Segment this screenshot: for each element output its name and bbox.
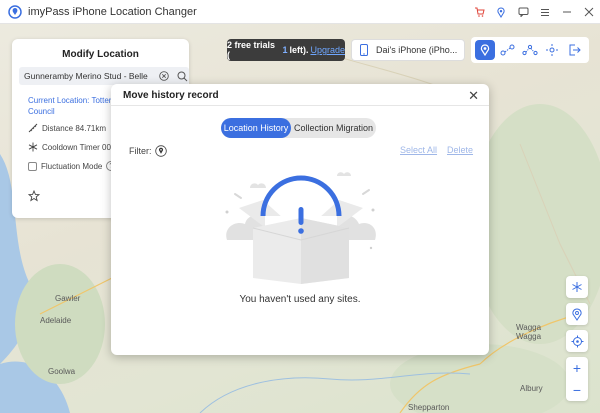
map-label-gawler: Gawler (55, 294, 81, 303)
tab-location-history[interactable]: Location History (221, 118, 291, 138)
location-pin-icon (480, 44, 490, 56)
device-selector[interactable]: Dai's iPhone (iPho... (351, 39, 465, 61)
map-label-shepparton: Shepparton (408, 403, 450, 412)
trial-prefix: 2 free trials ( (227, 40, 276, 60)
location-search-input[interactable]: Gunnerambу Merino Stud - Belle (19, 67, 189, 85)
filter-label: Filter: (129, 146, 152, 156)
dialog-header: Move history record ✕ (111, 84, 489, 106)
mode-toolbar (471, 37, 589, 63)
fluctuation-label: Fluctuation Mode (41, 161, 103, 171)
ruler-icon (28, 123, 38, 133)
delete-link[interactable]: Delete (447, 145, 473, 155)
dialog-title: Move history record (123, 90, 219, 101)
zoom-in-button[interactable]: + (573, 360, 581, 376)
location-history-side-button[interactable] (566, 303, 588, 325)
empty-state-text: You haven't used any sites. (239, 294, 361, 305)
map-label-goolwa: Goolwa (48, 367, 76, 376)
upgrade-link[interactable]: Upgrade (310, 45, 345, 55)
close-icon[interactable] (578, 0, 600, 24)
multi-stop-mode-button[interactable] (520, 40, 540, 60)
trial-banner: 2 free trials ( 1 left). Upgrade (227, 39, 345, 61)
crosshair-icon (571, 335, 583, 347)
tab-collection-migration[interactable]: Collection Migration (291, 118, 376, 138)
minimize-icon[interactable] (556, 0, 578, 24)
location-shield-icon (572, 307, 582, 321)
trial-suffix: left). (289, 45, 309, 55)
exit-icon (569, 44, 581, 56)
cart-icon[interactable] (468, 0, 490, 24)
exit-button[interactable] (565, 40, 585, 60)
distance-row: Distance 84.71km (28, 123, 106, 133)
search-icon[interactable] (177, 71, 188, 82)
map-label-adelaide: Adelaide (40, 316, 72, 325)
locate-me-button[interactable] (566, 330, 588, 352)
empty-box-illustration (225, 172, 376, 284)
zoom-control: + − (566, 357, 588, 401)
filter-control[interactable]: Filter: (129, 145, 167, 157)
app-logo-icon (8, 4, 22, 19)
map-label-wagga: Wagga Wagga (516, 323, 542, 341)
fluctuation-checkbox[interactable] (28, 161, 37, 171)
dialog-close-icon[interactable]: ✕ (468, 88, 479, 104)
device-name: Dai's iPhone (iPho... (376, 45, 458, 55)
route-multi-stop-icon (522, 44, 538, 56)
modify-location-mode-button[interactable] (475, 40, 496, 60)
fluctuation-row: Fluctuation Mode ? (28, 161, 117, 171)
one-stop-mode-button[interactable] (498, 40, 518, 60)
search-value: Gunnerambу Merino Stud - Belle (24, 71, 148, 81)
snowflake-icon (28, 142, 38, 152)
filter-pin-icon[interactable] (154, 145, 167, 157)
clear-icon[interactable] (159, 71, 169, 81)
title-bar: imyPass iPhone Location Changer (0, 0, 600, 24)
star-icon[interactable] (28, 190, 40, 202)
panel-title: Modify Location (62, 49, 139, 60)
joystick-icon (546, 44, 559, 56)
menu-icon[interactable] (534, 0, 556, 24)
route-one-stop-icon (500, 44, 515, 56)
history-tabs: Location History Collection Migration (221, 118, 376, 138)
iphone-icon (360, 44, 368, 56)
distance-text: Distance 84.71km (42, 123, 107, 133)
app-title: imyPass iPhone Location Changer (28, 5, 197, 18)
feedback-icon[interactable] (512, 0, 534, 24)
select-all-link[interactable]: Select All (400, 145, 437, 155)
map-label-albury: Albury (520, 384, 543, 393)
cooldown-row: Cooldown Timer 00:25 (28, 142, 122, 152)
snowflake-icon (572, 282, 582, 292)
trial-count: 1 (282, 45, 288, 55)
move-history-dialog: Move history record ✕ Location History C… (111, 84, 489, 355)
cooldown-side-button[interactable] (566, 276, 588, 298)
zoom-out-button[interactable]: − (573, 382, 581, 398)
location-pin-icon[interactable] (490, 0, 512, 24)
joystick-mode-button[interactable] (542, 40, 562, 60)
